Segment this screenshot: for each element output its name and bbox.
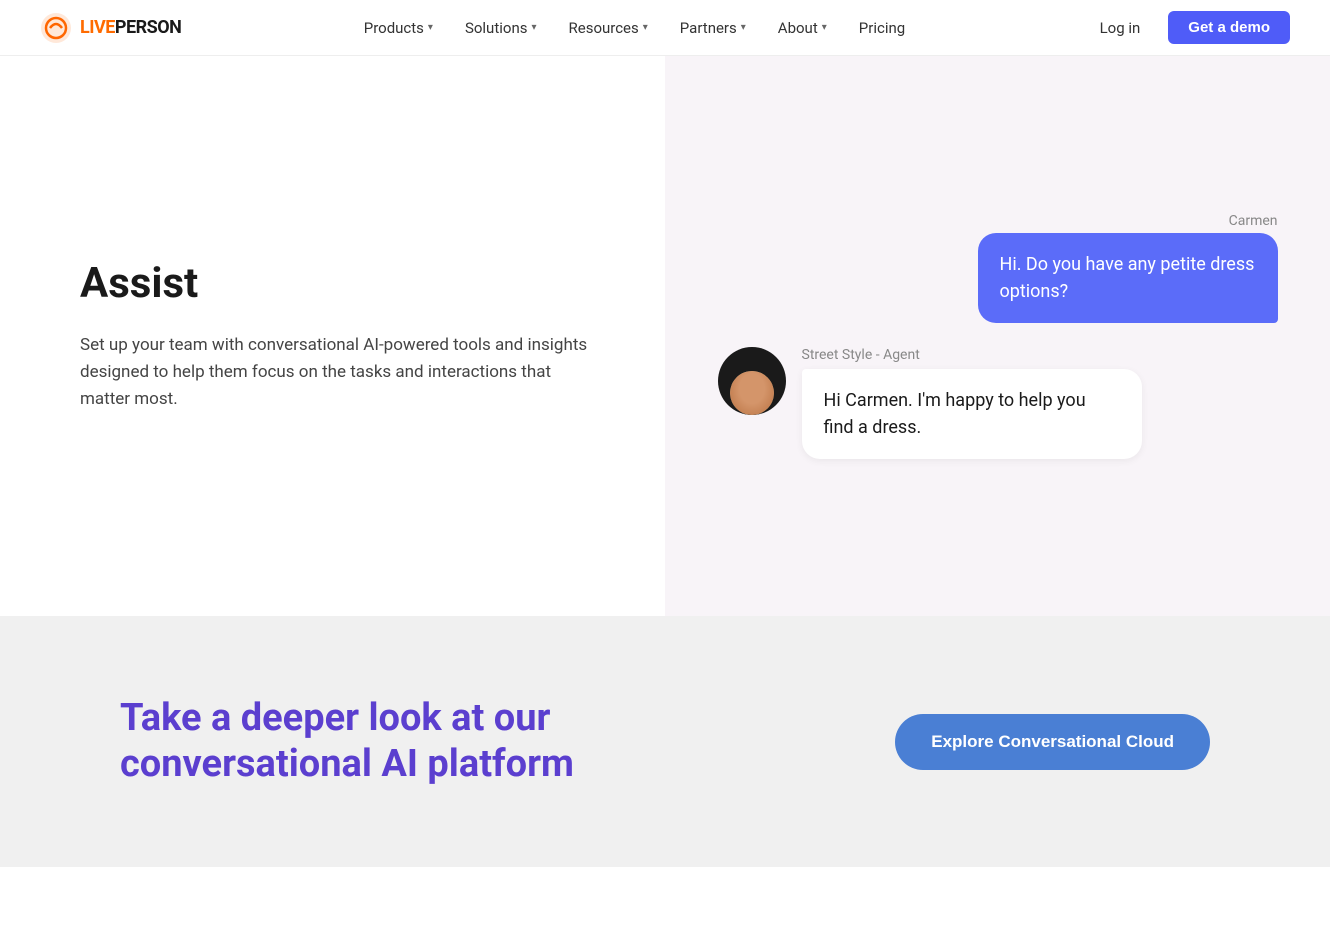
nav-resources[interactable]: Resources ▾ [557,13,660,43]
agent-message-wrapper: Ss Street Style - Agent Hi Carmen. I'm h… [718,347,1278,459]
user-message-wrapper: Carmen Hi. Do you have any petite dress … [718,213,1278,323]
nav-about[interactable]: About ▾ [766,13,839,43]
explore-cloud-button[interactable]: Explore Conversational Cloud [895,714,1210,770]
user-message-bubble: Hi. Do you have any petite dress options… [978,233,1278,323]
agent-avatar: Ss [718,347,786,415]
nav-partners[interactable]: Partners ▾ [668,13,758,43]
assist-title: Assist [80,259,605,308]
cta-heading: Take a deeper look at our conversational… [120,696,640,787]
chat-container: Carmen Hi. Do you have any petite dress … [718,213,1278,459]
nav-pricing[interactable]: Pricing [847,13,917,43]
liveperson-logo-icon [40,12,72,44]
nav-solutions[interactable]: Solutions ▾ [453,13,549,43]
user-label: Carmen [1229,213,1278,229]
agent-bubble-group: Street Style - Agent Hi Carmen. I'm happ… [802,347,1142,459]
agent-label: Street Style - Agent [802,347,1142,363]
chevron-down-icon: ▾ [643,22,648,33]
login-button[interactable]: Log in [1088,13,1153,43]
right-panel: Carmen Hi. Do you have any petite dress … [665,56,1330,616]
nav-links: Products ▾ Solutions ▾ Resources ▾ Partn… [352,13,917,43]
chevron-down-icon: ▾ [428,22,433,33]
cta-section: Take a deeper look at our conversational… [0,616,1330,867]
get-demo-button[interactable]: Get a demo [1168,11,1290,44]
chevron-down-icon: ▾ [531,22,536,33]
chevron-down-icon: ▾ [822,22,827,33]
nav-actions: Log in Get a demo [1088,11,1290,44]
main-content: Assist Set up your team with conversatio… [0,56,1330,616]
avatar-face [730,371,774,415]
assist-description: Set up your team with conversational AI-… [80,332,600,414]
logo[interactable]: LIVEPERSON [40,12,181,44]
avatar-photo [730,371,774,415]
left-panel: Assist Set up your team with conversatio… [0,56,665,616]
agent-message-bubble: Hi Carmen. I'm happy to help you find a … [802,369,1142,459]
chevron-down-icon: ▾ [741,22,746,33]
nav-products[interactable]: Products ▾ [352,13,445,43]
logo-text: LIVEPERSON [80,17,181,38]
navigation: LIVEPERSON Products ▾ Solutions ▾ Resour… [0,0,1330,56]
